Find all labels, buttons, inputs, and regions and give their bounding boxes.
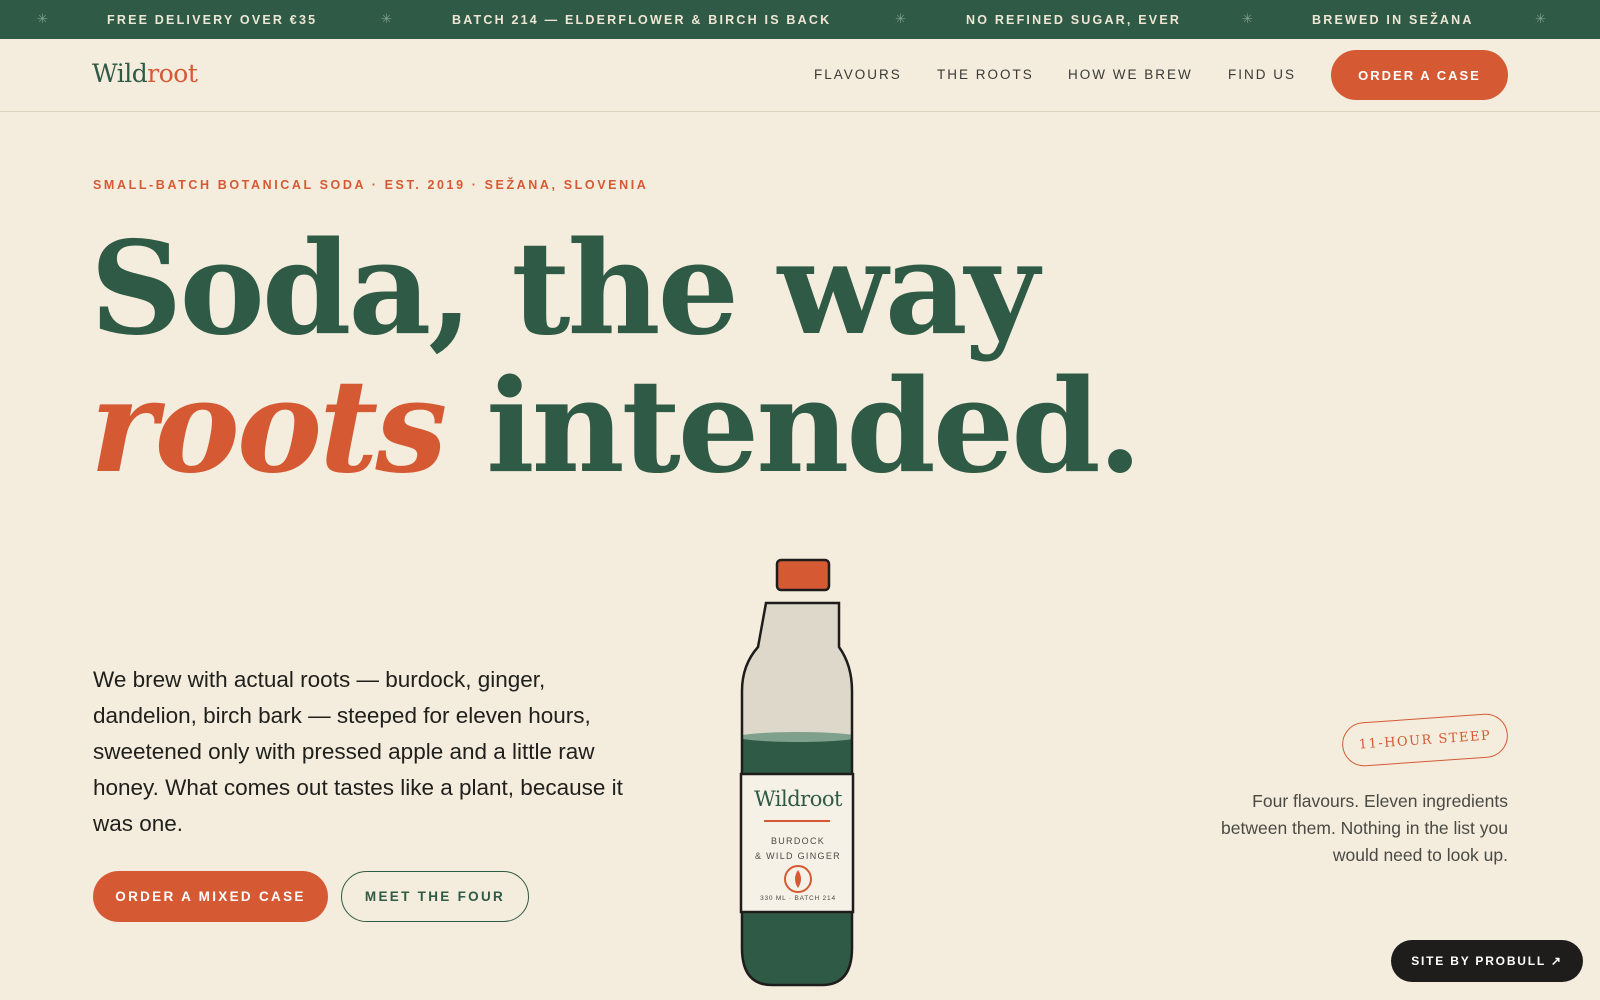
meet-the-four-button[interactable]: MEET THE FOUR bbox=[341, 871, 529, 922]
side-note-text: Four flavours. Eleven ingredients betwee… bbox=[1221, 791, 1508, 865]
announcement-brewed-in: BREWED IN SEŽANA bbox=[1312, 13, 1474, 27]
site-credit-button[interactable]: SITE BY PROBULL ↗ bbox=[1391, 940, 1583, 982]
logo-wild: Wild bbox=[92, 59, 148, 88]
logo-root: root bbox=[147, 59, 198, 88]
headline-line-1: Soda, the way bbox=[90, 214, 1039, 364]
bottle-brand: Wildroot bbox=[754, 787, 842, 811]
order-a-case-button[interactable]: ORDER A CASE bbox=[1331, 50, 1508, 100]
logo[interactable]: Wildroot bbox=[92, 59, 198, 88]
headline-accent: roots bbox=[90, 352, 447, 502]
announcement-bar: ✳ FREE DELIVERY OVER €35 ✳ BATCH 214 — E… bbox=[0, 0, 1600, 39]
headline-line-2: intended. bbox=[444, 352, 1142, 502]
bottle-flavour-line-1: BURDOCK bbox=[770, 836, 826, 846]
bottle-volume: 330 ML · BATCH 214 bbox=[760, 895, 836, 902]
bottle-cap bbox=[775, 558, 831, 592]
site-header: Wildroot FLAVOURS THE ROOTS HOW WE BREW … bbox=[0, 39, 1600, 112]
order-mixed-case-button[interactable]: ORDER A MIXED CASE bbox=[93, 871, 328, 922]
asterisk-icon: ✳ bbox=[1242, 11, 1253, 26]
hero-eyebrow: SMALL-BATCH BOTANICAL SODA · EST. 2019 ·… bbox=[93, 178, 649, 192]
nav-the-roots[interactable]: THE ROOTS bbox=[937, 67, 1034, 82]
asterisk-icon: ✳ bbox=[37, 11, 48, 26]
nav-flavours[interactable]: FLAVOURS bbox=[814, 67, 902, 82]
asterisk-icon: ✳ bbox=[1535, 11, 1546, 26]
bottle-illustration: Wildroot BURDOCK & WILD GINGER 330 ML · … bbox=[738, 555, 858, 990]
announcement-no-sugar: NO REFINED SUGAR, EVER bbox=[966, 13, 1182, 27]
announcement-free-delivery: FREE DELIVERY OVER €35 bbox=[107, 13, 318, 27]
asterisk-icon: ✳ bbox=[895, 11, 906, 26]
asterisk-icon: ✳ bbox=[381, 11, 392, 26]
bottle-graphic bbox=[739, 558, 855, 987]
announcement-batch: BATCH 214 — ELDERFLOWER & BIRCH IS BACK bbox=[452, 13, 832, 27]
hero-headline: Soda, the way roots intended. bbox=[90, 220, 1142, 496]
bottle-flavour-line-2: & WILD GINGER bbox=[755, 851, 841, 861]
nav-how-we-brew[interactable]: HOW WE BREW bbox=[1068, 67, 1193, 82]
hero-body: We brew with actual roots — burdock, gin… bbox=[93, 667, 623, 836]
nav-find-us[interactable]: FIND US bbox=[1228, 67, 1296, 82]
bottle-flavour: BURDOCK & WILD GINGER bbox=[738, 834, 858, 864]
steep-tag-badge: 11-HOUR STEEP bbox=[1340, 712, 1510, 768]
